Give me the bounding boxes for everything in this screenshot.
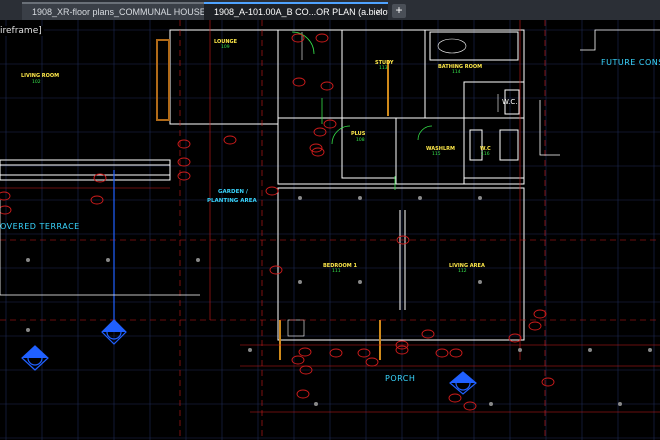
- document-tab-bar: 1908_XR-floor plans_COMMUNAL HOUSE* 1908…: [0, 0, 660, 21]
- study-number: 113: [379, 66, 388, 71]
- close-tab-icon[interactable]: ×: [376, 4, 382, 20]
- dimension-tag: [298, 347, 312, 357]
- plus-label: PLUS: [351, 131, 366, 137]
- living-room-number: 102: [32, 80, 41, 85]
- dimension-tag: [448, 393, 462, 403]
- column-marker: [618, 402, 622, 406]
- dimension-tag: [541, 377, 555, 387]
- column-marker: [648, 348, 652, 352]
- dimension-tag: [223, 135, 237, 145]
- future-construction-label: FUTURE CONST: [601, 58, 660, 67]
- dimension-tag: [0, 191, 11, 201]
- dimension-tag: [320, 81, 334, 91]
- column-marker: [196, 258, 200, 262]
- tab-communal-house-label: 1908_XR-floor plans_COMMUNAL HOUSE*: [32, 7, 208, 17]
- column-marker: [478, 280, 482, 284]
- column-marker: [26, 258, 30, 262]
- dimension-tag: [296, 389, 310, 399]
- dimension-tag: [292, 77, 306, 87]
- living-area-number: 112: [458, 269, 467, 274]
- column-marker: [248, 348, 252, 352]
- bathing-room-number: 114: [452, 70, 461, 75]
- tab-floor-plan-label: 1908_A-101.00A_B CO...OR PLAN (a.bielov)…: [214, 7, 388, 17]
- floor-plan-drawing: [0, 20, 660, 440]
- dimension-tag: [421, 329, 435, 339]
- wc-label: W.C.: [502, 98, 518, 106]
- living-room-label: LIVING ROOM: [21, 73, 60, 79]
- column-marker: [298, 280, 302, 284]
- dimension-tag: [269, 265, 283, 275]
- lounge-number: 109: [221, 45, 230, 50]
- tab-communal-house[interactable]: 1908_XR-floor plans_COMMUNAL HOUSE*: [22, 2, 208, 20]
- room-tags: [0, 33, 555, 411]
- covered-terrace-label: OVERED TERRACE: [0, 222, 80, 231]
- dimension-tag: [533, 309, 547, 319]
- column-marker: [314, 402, 318, 406]
- column-marker: [489, 402, 493, 406]
- dimension-tag: [357, 348, 371, 358]
- dimension-tag: [449, 348, 463, 358]
- column-markers: [26, 196, 652, 406]
- column-marker: [358, 196, 362, 200]
- viewport-controls-label[interactable]: ireframe]: [0, 26, 44, 36]
- dimension-tag: [329, 348, 343, 358]
- dimension-tag: [0, 205, 12, 215]
- column-marker: [478, 196, 482, 200]
- column-marker: [106, 258, 110, 262]
- garden-label-line2: PLANTING AREA: [207, 198, 257, 204]
- plus-number: 108: [356, 138, 365, 143]
- column-marker: [358, 280, 362, 284]
- garden-label-line1: GARDEN /: [218, 189, 248, 195]
- dimension-tag: [508, 333, 522, 343]
- column-marker: [298, 196, 302, 200]
- column-marker: [518, 348, 522, 352]
- dimension-tag: [265, 186, 279, 196]
- dimension-tag: [365, 357, 379, 367]
- new-tab-button[interactable]: +: [392, 4, 406, 18]
- dimension-tag: [315, 33, 329, 43]
- column-marker: [26, 328, 30, 332]
- dimension-tag: [528, 321, 542, 331]
- tab-floor-plan[interactable]: 1908_A-101.00A_B CO...OR PLAN (a.bielov)…: [204, 2, 388, 20]
- drawing-viewport[interactable]: ireframe] FUTURE CONST OVERED TERRACE PO…: [0, 20, 660, 440]
- bedroom-number: 111: [332, 269, 341, 274]
- column-marker: [418, 196, 422, 200]
- wc-small-number: 116: [481, 152, 490, 157]
- washroom-number: 115: [432, 152, 441, 157]
- porch-label: PORCH: [385, 374, 416, 383]
- column-marker: [588, 348, 592, 352]
